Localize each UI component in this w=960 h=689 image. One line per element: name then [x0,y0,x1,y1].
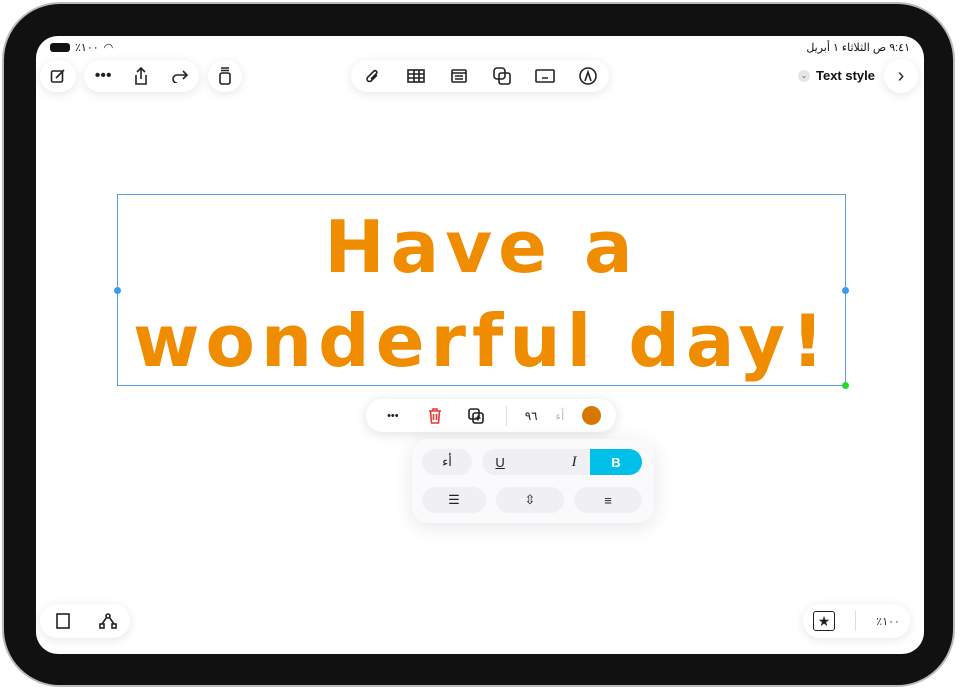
more-icon[interactable]: ••• [381,404,405,428]
text-style-dropdown[interactable]: ⌄ Text style [798,68,875,83]
more-icon[interactable]: ••• [91,64,115,88]
underline-button[interactable]: U [495,455,504,470]
italic-button[interactable]: I [572,454,577,471]
battery-level: ٪١٠٠ [75,42,99,54]
bottom-left-tools [40,604,130,638]
resize-handle-right[interactable] [842,287,849,294]
align-button[interactable]: ≡ [574,487,642,513]
battery-icon [50,43,70,52]
status-left: ٪١٠٠ ◠ [50,41,113,54]
zoom-level[interactable]: ٪١٠٠ [876,615,900,628]
attachment-icon[interactable] [361,64,385,88]
divider [855,611,857,631]
divider [506,405,508,426]
text-line-2[interactable]: wonderful day! [118,305,845,377]
wifi-icon: ◠ [103,42,114,54]
actions-group: ••• [84,60,199,92]
connection-icon[interactable] [96,609,120,633]
font-button[interactable]: أء [555,409,564,423]
list-button[interactable]: ☰ [422,487,486,513]
font-option-button[interactable]: أء [422,449,472,475]
forward-button[interactable]: › [884,59,918,93]
font-size-value[interactable]: ٩٦ [525,409,538,423]
text-field-icon[interactable] [533,64,557,88]
text-style-label: Text style [816,68,876,83]
pen-icon[interactable] [576,64,600,88]
shapes-icon[interactable] [490,64,514,88]
format-panel: أء U I B ☰ ⇳ ≡ [412,439,654,523]
status-datetime: ٩:٤١ ص الثلاثاء ١ أبريل [806,42,910,54]
page-grid-icon[interactable] [51,609,75,633]
trash-icon[interactable] [423,404,447,428]
bottom-right-tools: ★ ٪١٠٠ [803,604,910,638]
bold-button[interactable]: B [590,449,642,475]
style-group: U I [482,449,590,475]
screen: ٪١٠٠ ◠ ٩:٤١ ص الثلاثاء ١ أبريل ••• ⌄ Tex… [36,36,924,654]
resize-handle-left[interactable] [114,287,121,294]
spacing-icon: ⇳ [524,492,536,507]
notes-list-button[interactable] [208,60,242,92]
text-box-icon[interactable] [447,64,471,88]
redo-icon[interactable] [168,64,192,88]
chevron-right-icon: › [897,64,905,87]
line-spacing-button[interactable]: ⇳ [496,487,564,513]
share-icon[interactable] [129,64,153,88]
stack-icon [213,64,237,88]
compose-icon [46,64,70,88]
align-center-icon: ≡ [604,492,612,508]
text-line-1[interactable]: Have a [118,211,845,283]
selected-text-box[interactable]: Have a wonderful day! [114,194,849,389]
duplicate-icon[interactable] [464,404,488,428]
insert-toolbar [351,60,609,92]
color-swatch[interactable] [582,406,602,425]
resize-handle-corner[interactable] [842,382,849,389]
new-note-button[interactable] [40,60,76,92]
table-icon[interactable] [404,64,428,88]
chevron-down-icon: ⌄ [798,69,810,82]
list-icon: ☰ [448,492,460,507]
context-menu: ••• ٩٦ أء [366,399,616,432]
star-icon[interactable]: ★ [813,611,836,631]
